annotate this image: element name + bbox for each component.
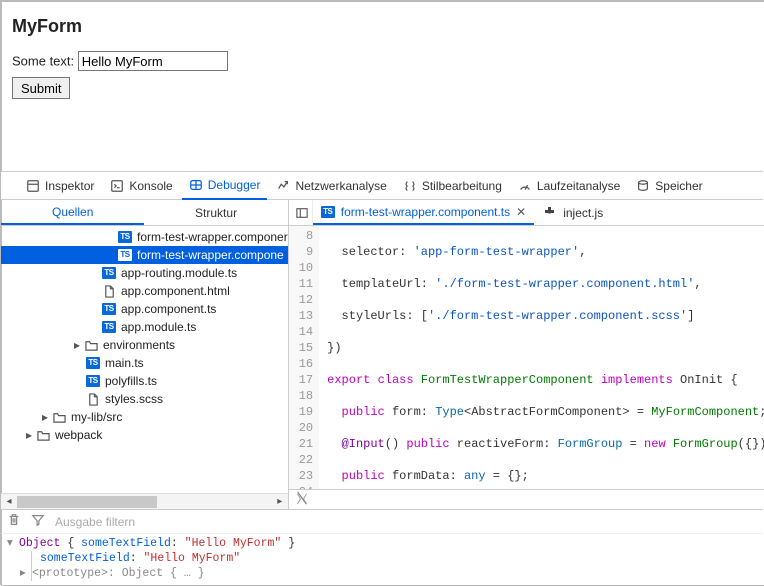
submit-button[interactable]: Submit	[12, 77, 70, 99]
console-filter-placeholder[interactable]: Ausgabe filtern	[55, 515, 135, 529]
editor-tab-label: inject.js	[563, 206, 603, 220]
tree-folder[interactable]: my-lib/src	[71, 408, 122, 426]
console-output[interactable]: ▾Object { someTextField: "Hello MyForm" …	[1, 534, 763, 584]
page-title: MyForm	[12, 16, 754, 37]
some-text-input[interactable]	[78, 51, 228, 71]
tab-network-label: Netzwerkanalyse	[295, 179, 386, 193]
tab-style-label: Stilbearbeitung	[422, 179, 502, 193]
tab-performance[interactable]: Laufzeitanalyse	[511, 172, 627, 200]
close-tab-icon[interactable]: ✕	[516, 205, 526, 219]
file-icon	[101, 283, 117, 299]
file-icon	[85, 391, 101, 407]
file-tree[interactable]: TSform-test-wrapper.componer TSform-test…	[1, 226, 288, 493]
tree-file[interactable]: app.module.ts	[121, 318, 196, 336]
tree-h-scrollbar[interactable]: ◂▸	[1, 493, 288, 509]
clear-console-icon[interactable]	[7, 513, 21, 530]
tree-file[interactable]: app.component.html	[121, 282, 230, 300]
tab-inspector[interactable]: Inspektor	[19, 172, 101, 200]
extension-icon	[542, 206, 557, 220]
toolbar-overflow-icon[interactable]	[747, 179, 759, 193]
tab-console[interactable]: Konsole	[103, 172, 179, 200]
tree-file[interactable]: polyfills.ts	[105, 372, 157, 390]
sources-tab[interactable]: Quellen	[1, 200, 144, 225]
tab-debugger-label: Debugger	[208, 178, 261, 192]
tree-file[interactable]: form-test-wrapper.componer	[137, 228, 288, 246]
tab-network[interactable]: Netzwerkanalyse	[269, 172, 393, 200]
pretty-print-icon[interactable]	[295, 491, 309, 508]
folder-icon	[35, 427, 51, 443]
tree-file[interactable]: app.component.ts	[121, 300, 216, 318]
element-picker-icon[interactable]	[5, 179, 17, 193]
folder-icon	[51, 409, 67, 425]
tab-performance-label: Laufzeitanalyse	[537, 179, 620, 193]
tab-memory[interactable]: Speicher	[629, 172, 709, 200]
outline-tab[interactable]: Struktur	[144, 200, 287, 225]
editor-tab-active[interactable]: TS form-test-wrapper.component.ts ✕	[313, 200, 534, 225]
tab-inspector-label: Inspektor	[45, 179, 94, 193]
tree-file[interactable]: styles.scss	[105, 390, 163, 408]
tab-style[interactable]: Stilbearbeitung	[396, 172, 509, 200]
toggle-pane-icon[interactable]	[293, 200, 313, 225]
folder-icon	[83, 337, 99, 353]
tree-file[interactable]: main.ts	[105, 354, 144, 372]
editor-tab[interactable]: inject.js	[534, 200, 611, 225]
filter-icon	[31, 513, 45, 530]
editor-tab-label: form-test-wrapper.component.ts	[341, 205, 510, 219]
tree-file[interactable]: app-routing.module.ts	[121, 264, 237, 282]
tree-file-selected[interactable]: form-test-wrapper.compone	[137, 246, 284, 264]
tab-debugger[interactable]: Debugger	[182, 172, 268, 200]
field-label: Some text:	[12, 54, 74, 69]
tab-console-label: Konsole	[129, 179, 172, 193]
tree-folder[interactable]: webpack	[55, 426, 102, 444]
tree-folder[interactable]: environments	[103, 336, 175, 354]
code-editor[interactable]: 89101112131415161718192021222324 selecto…	[289, 226, 764, 489]
tab-memory-label: Speicher	[655, 179, 702, 193]
